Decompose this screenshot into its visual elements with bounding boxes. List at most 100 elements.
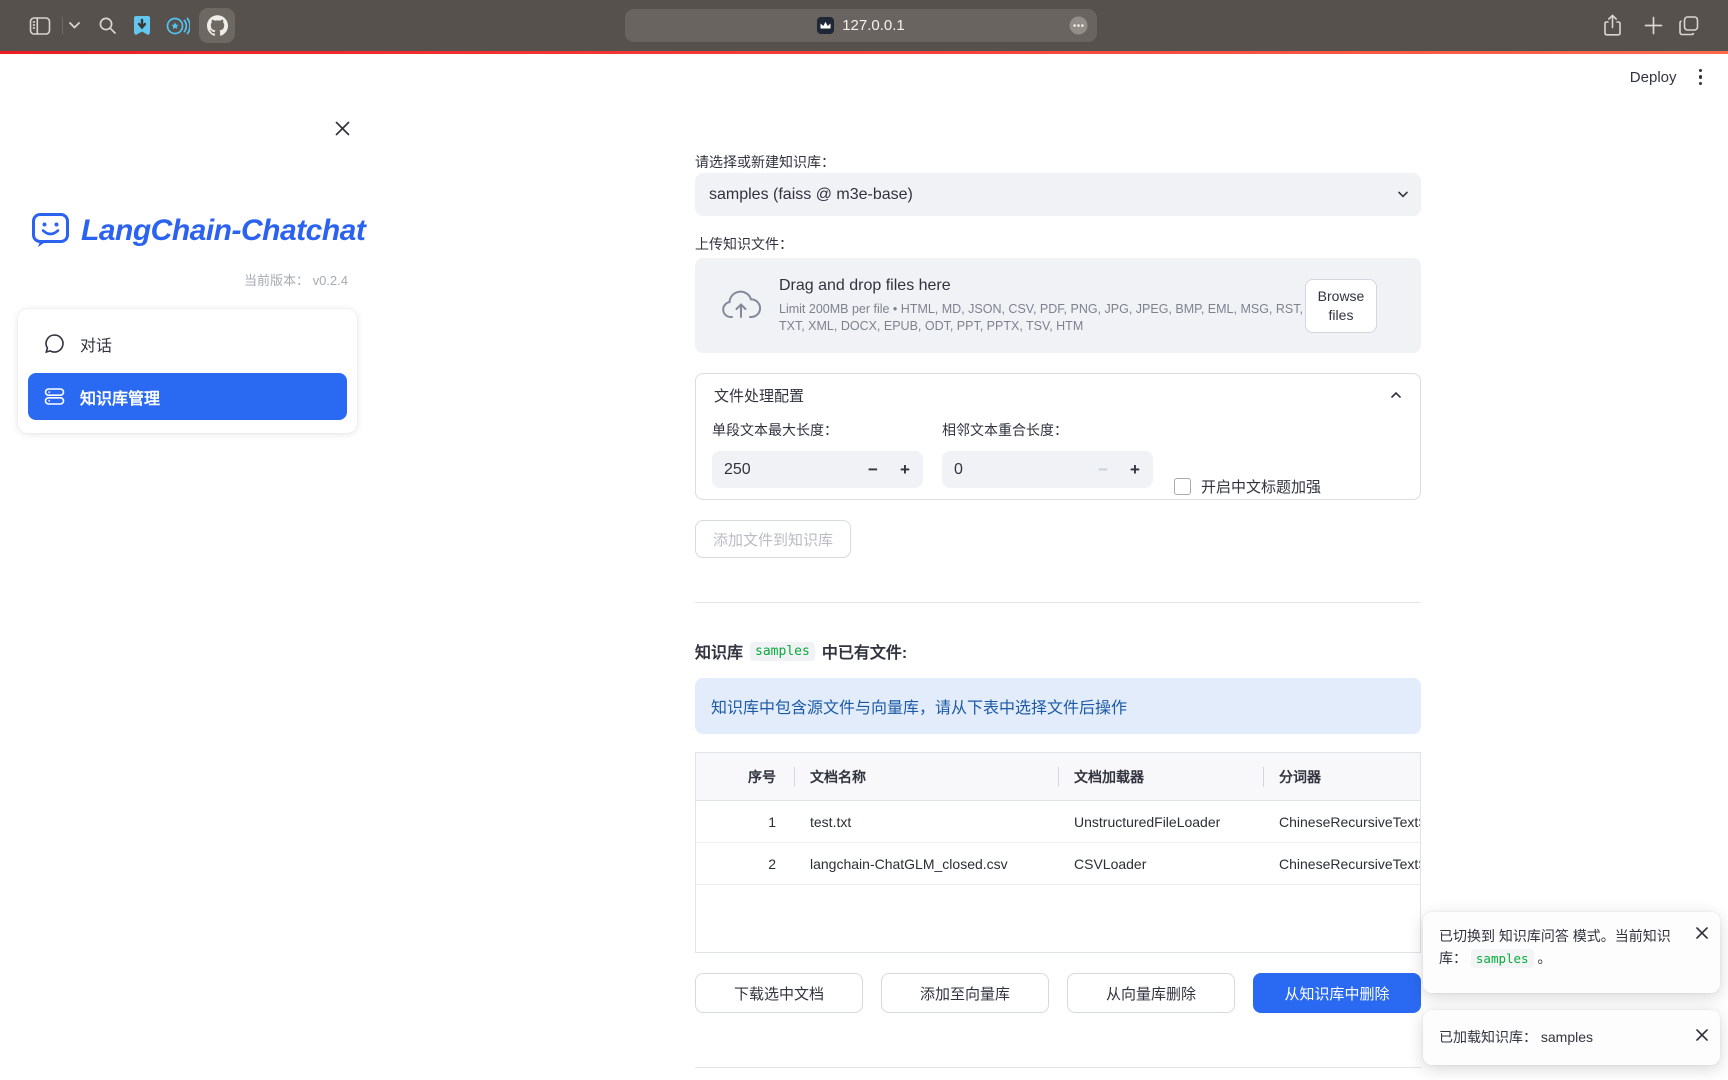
chat-bubble-icon — [44, 333, 65, 354]
new-tab-icon[interactable] — [1640, 0, 1666, 51]
kb-selectbox[interactable]: samples (faiss @ m3e-base) — [695, 173, 1421, 216]
file-dropzone[interactable]: Drag and drop files here Limit 200MB per… — [695, 258, 1421, 353]
add-to-vectorstore-button[interactable]: 添加至向量库 — [881, 973, 1049, 1013]
expander-title: 文件处理配置 — [714, 385, 804, 406]
col-header-splitter[interactable]: 分词器 — [1263, 767, 1421, 787]
extension-rings-icon[interactable] — [165, 0, 191, 51]
chunk-size-input: − + — [712, 451, 923, 488]
chunk-size-value[interactable] — [712, 461, 832, 479]
upload-label: 上传知识文件： — [695, 234, 793, 254]
sidebar-close-icon[interactable] — [331, 117, 353, 139]
active-tab-button[interactable] — [199, 8, 235, 43]
chevron-up-icon — [1388, 387, 1404, 403]
sidebar-nav-card: 对话 知识库管理 — [18, 309, 357, 433]
app-logo: LangChain-Chatchat — [31, 212, 365, 249]
sidebar-toggle-icon[interactable] — [28, 0, 52, 51]
divider — [695, 1067, 1421, 1068]
main-menu-icon[interactable] — [1695, 65, 1707, 90]
delete-from-vectorstore-button[interactable]: 从向量库删除 — [1067, 973, 1235, 1013]
version-label: 当前版本： — [244, 273, 309, 288]
logo-text: LangChain-Chatchat — [81, 214, 365, 248]
col-header-index[interactable]: 序号 — [696, 767, 794, 787]
url-bar[interactable]: 127.0.0.1 — [625, 9, 1097, 42]
zh-title-label: 开启中文标题加强 — [1201, 476, 1321, 497]
heading-prefix: 知识库 — [695, 639, 743, 663]
deploy-button[interactable]: Deploy — [1630, 69, 1677, 86]
sidebar-item-label: 对话 — [80, 332, 112, 356]
toast-mode-switched: 已切换到 知识库问答 模式。当前知识库： samples 。 — [1423, 912, 1720, 993]
cell-loader: UnstructuredFileLoader — [1058, 814, 1263, 830]
overlap-size-value[interactable] — [942, 461, 1062, 479]
chunk-minus-button[interactable]: − — [857, 451, 889, 488]
toast-text-suffix: 。 — [1537, 950, 1551, 966]
version-line: 当前版本： v0.2.4 — [0, 270, 348, 289]
site-favicon — [817, 17, 834, 34]
sidebar-item-knowledge-base[interactable]: 知识库管理 — [28, 373, 347, 420]
version-value: v0.2.4 — [313, 273, 348, 288]
chunk-size-label: 单段文本最大长度： — [712, 420, 923, 440]
zh-title-checkbox[interactable] — [1174, 478, 1191, 495]
expander-header[interactable]: 文件处理配置 — [696, 374, 1420, 416]
cloud-upload-icon — [721, 290, 761, 322]
cell-splitter: ChineseRecursiveTextSplitter — [1263, 856, 1421, 872]
browse-files-button[interactable]: Browse files — [1305, 279, 1377, 333]
overlap-size-input: − + — [942, 451, 1153, 488]
toast-text: 已加载知识库： samples — [1439, 1026, 1593, 1048]
chunk-size-field: 单段文本最大长度： − + — [712, 420, 923, 488]
search-icon[interactable] — [95, 0, 119, 51]
github-icon — [207, 15, 228, 36]
sidebar: LangChain-Chatchat 当前版本： v0.2.4 对话 知识库管理 — [0, 54, 363, 1080]
toast-close-icon[interactable] — [1696, 1029, 1708, 1041]
heading-suffix: 中已有文件: — [822, 639, 907, 663]
table-row[interactable]: 1 test.txt UnstructuredFileLoader Chines… — [696, 801, 1420, 843]
info-text: 知识库中包含源文件与向量库，请从下表中选择文件后操作 — [711, 694, 1127, 718]
divider — [695, 602, 1421, 603]
zh-title-checkbox-row: 开启中文标题加强 — [1174, 476, 1321, 497]
col-header-docname[interactable]: 文档名称 — [794, 767, 1058, 787]
download-selected-button[interactable]: 下载选中文档 — [695, 973, 863, 1013]
overlap-size-field: 相邻文本重合长度： − + — [942, 420, 1153, 488]
toast-kb-code: samples — [1471, 949, 1534, 968]
kb-select-label: 请选择或新建知识库： — [695, 152, 835, 172]
chevron-down-icon — [1395, 186, 1411, 202]
chunk-plus-button[interactable]: + — [889, 451, 921, 488]
col-header-loader[interactable]: 文档加载器 — [1058, 767, 1263, 787]
kb-files-heading: 知识库 samples 中已有文件: — [695, 639, 907, 663]
url-more-icon[interactable] — [1069, 16, 1088, 35]
table-actions: 下载选中文档 添加至向量库 从向量库删除 从知识库中删除 — [695, 973, 1421, 1013]
cell-docname: langchain-ChatGLM_closed.csv — [794, 856, 1058, 872]
kb-selected-value: samples (faiss @ m3e-base) — [709, 186, 913, 204]
dropzone-text: Drag and drop files here Limit 200MB per… — [779, 277, 1333, 334]
table-header-row: 序号 文档名称 文档加载器 分词器 — [696, 753, 1420, 801]
cell-docname: test.txt — [794, 814, 1058, 830]
info-alert: 知识库中包含源文件与向量库，请从下表中选择文件后操作 — [695, 678, 1421, 734]
extension-bookmark-icon[interactable] — [130, 0, 154, 51]
add-files-button[interactable]: 添加文件到知识库 — [695, 520, 851, 558]
dropzone-title: Drag and drop files here — [779, 277, 1333, 295]
tab-overview-icon[interactable] — [1675, 0, 1703, 51]
table-row[interactable]: 2 langchain-ChatGLM_closed.csv CSVLoader… — [696, 843, 1420, 885]
share-icon[interactable] — [1599, 0, 1625, 51]
dropzone-limit-line2: TXT, XML, DOCX, EPUB, ODT, PPT, PPTX, TS… — [779, 318, 1333, 334]
browser-toolbar: 127.0.0.1 — [0, 0, 1728, 51]
knowledge-base-icon — [44, 386, 65, 407]
dropzone-limit-line1: Limit 200MB per file • HTML, MD, JSON, C… — [779, 301, 1333, 317]
cell-loader: CSVLoader — [1058, 856, 1263, 872]
overlap-plus-button[interactable]: + — [1119, 451, 1151, 488]
toolbar-chevron-down-icon[interactable] — [66, 0, 82, 51]
url-text: 127.0.0.1 — [842, 17, 905, 34]
overlap-size-label: 相邻文本重合长度： — [942, 420, 1153, 440]
overlap-minus-button[interactable]: − — [1087, 451, 1119, 488]
delete-from-kb-button[interactable]: 从知识库中删除 — [1253, 973, 1421, 1013]
toolbar-divider — [62, 17, 63, 34]
cell-splitter: ChineseRecursiveTextSplitter — [1263, 814, 1421, 830]
screen: 127.0.0.1 Deploy — [0, 0, 1728, 1080]
files-table: 序号 文档名称 文档加载器 分词器 1 test.txt Unstructure… — [695, 752, 1421, 953]
sidebar-item-dialogue[interactable]: 对话 — [28, 320, 347, 367]
file-config-expander: 文件处理配置 单段文本最大长度： − + 相邻文本重合长度： − + — [695, 373, 1421, 500]
cell-index: 2 — [696, 856, 794, 872]
toast-close-icon[interactable] — [1696, 927, 1708, 939]
kb-name-code: samples — [750, 642, 815, 661]
chatchat-logo-icon — [31, 212, 71, 249]
sidebar-item-label: 知识库管理 — [80, 385, 160, 409]
